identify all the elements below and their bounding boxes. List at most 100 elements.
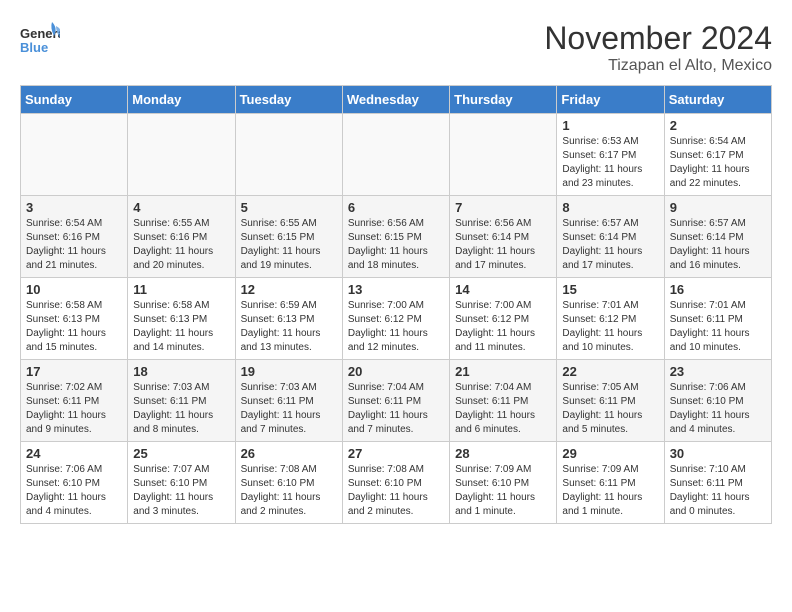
calendar-cell: [342, 114, 449, 196]
calendar-cell: 21 Sunrise: 7:04 AM Sunset: 6:11 PM Dayli…: [450, 360, 557, 442]
day-number: 8: [562, 200, 658, 215]
calendar-cell: 11 Sunrise: 6:58 AM Sunset: 6:13 PM Dayli…: [128, 278, 235, 360]
calendar-cell: 8 Sunrise: 6:57 AM Sunset: 6:14 PM Daylig…: [557, 196, 664, 278]
day-number: 1: [562, 118, 658, 133]
day-number: 4: [133, 200, 229, 215]
day-info: Sunrise: 7:05 AM Sunset: 6:11 PM Dayligh…: [562, 381, 658, 437]
day-number: 20: [348, 364, 444, 379]
day-info: Sunrise: 7:06 AM Sunset: 6:10 PM Dayligh…: [26, 463, 122, 519]
month-title: November 2024: [544, 20, 772, 57]
day-info: Sunrise: 7:00 AM Sunset: 6:12 PM Dayligh…: [455, 299, 551, 355]
day-info: Sunrise: 6:54 AM Sunset: 6:17 PM Dayligh…: [670, 135, 766, 191]
day-number: 13: [348, 282, 444, 297]
day-number: 6: [348, 200, 444, 215]
calendar-week: 10Sunrise: 6:58 AM Sunset: 6:13 PM Dayli…: [21, 278, 772, 360]
weekday-header: Friday: [557, 86, 664, 114]
calendar-cell: 4 Sunrise: 6:55 AM Sunset: 6:16 PM Daylig…: [128, 196, 235, 278]
calendar-cell: 20 Sunrise: 7:04 AM Sunset: 6:11 PM Dayli…: [342, 360, 449, 442]
calendar-cell: 1 Sunrise: 6:53 AM Sunset: 6:17 PM Daylig…: [557, 114, 664, 196]
day-number: 11: [133, 282, 229, 297]
calendar-cell: 10Sunrise: 6:58 AM Sunset: 6:13 PM Dayli…: [21, 278, 128, 360]
logo-icon: General Blue: [20, 20, 60, 60]
day-info: Sunrise: 6:54 AM Sunset: 6:16 PM Dayligh…: [26, 217, 122, 273]
day-number: 12: [241, 282, 337, 297]
day-info: Sunrise: 6:56 AM Sunset: 6:15 PM Dayligh…: [348, 217, 444, 273]
day-info: Sunrise: 7:00 AM Sunset: 6:12 PM Dayligh…: [348, 299, 444, 355]
day-number: 9: [670, 200, 766, 215]
day-number: 24: [26, 446, 122, 461]
day-number: 5: [241, 200, 337, 215]
day-number: 15: [562, 282, 658, 297]
day-info: Sunrise: 7:03 AM Sunset: 6:11 PM Dayligh…: [133, 381, 229, 437]
calendar-table: SundayMondayTuesdayWednesdayThursdayFrid…: [20, 85, 772, 524]
calendar-cell: 29 Sunrise: 7:09 AM Sunset: 6:11 PM Dayli…: [557, 442, 664, 524]
calendar-cell: 14 Sunrise: 7:00 AM Sunset: 6:12 PM Dayli…: [450, 278, 557, 360]
day-number: 22: [562, 364, 658, 379]
calendar-cell: 30 Sunrise: 7:10 AM Sunset: 6:11 PM Dayli…: [664, 442, 771, 524]
day-number: 29: [562, 446, 658, 461]
day-info: Sunrise: 7:09 AM Sunset: 6:11 PM Dayligh…: [562, 463, 658, 519]
calendar-cell: 13 Sunrise: 7:00 AM Sunset: 6:12 PM Dayli…: [342, 278, 449, 360]
calendar-cell: [235, 114, 342, 196]
calendar-cell: 3 Sunrise: 6:54 AM Sunset: 6:16 PM Daylig…: [21, 196, 128, 278]
calendar-cell: 6 Sunrise: 6:56 AM Sunset: 6:15 PM Daylig…: [342, 196, 449, 278]
calendar-week: 24 Sunrise: 7:06 AM Sunset: 6:10 PM Dayli…: [21, 442, 772, 524]
day-number: 28: [455, 446, 551, 461]
calendar-cell: 9 Sunrise: 6:57 AM Sunset: 6:14 PM Daylig…: [664, 196, 771, 278]
weekday-header: Monday: [128, 86, 235, 114]
day-info: Sunrise: 6:57 AM Sunset: 6:14 PM Dayligh…: [670, 217, 766, 273]
day-number: 18: [133, 364, 229, 379]
weekday-header: Sunday: [21, 86, 128, 114]
day-number: 17: [26, 364, 122, 379]
day-number: 25: [133, 446, 229, 461]
day-info: Sunrise: 6:53 AM Sunset: 6:17 PM Dayligh…: [562, 135, 658, 191]
day-number: 21: [455, 364, 551, 379]
calendar-cell: 16Sunrise: 7:01 AM Sunset: 6:11 PM Dayli…: [664, 278, 771, 360]
page-header: General Blue November 2024 Tizapan el Al…: [20, 20, 772, 75]
calendar-cell: 27 Sunrise: 7:08 AM Sunset: 6:10 PM Dayli…: [342, 442, 449, 524]
calendar-cell: [128, 114, 235, 196]
svg-text:Blue: Blue: [20, 40, 48, 55]
day-number: 14: [455, 282, 551, 297]
weekday-header: Wednesday: [342, 86, 449, 114]
weekday-header: Tuesday: [235, 86, 342, 114]
calendar-cell: 26Sunrise: 7:08 AM Sunset: 6:10 PM Dayli…: [235, 442, 342, 524]
day-info: Sunrise: 6:57 AM Sunset: 6:14 PM Dayligh…: [562, 217, 658, 273]
calendar-week: 17 Sunrise: 7:02 AM Sunset: 6:11 PM Dayli…: [21, 360, 772, 442]
calendar-cell: 24 Sunrise: 7:06 AM Sunset: 6:10 PM Dayli…: [21, 442, 128, 524]
calendar-cell: 23Sunrise: 7:06 AM Sunset: 6:10 PM Dayli…: [664, 360, 771, 442]
day-info: Sunrise: 7:04 AM Sunset: 6:11 PM Dayligh…: [455, 381, 551, 437]
calendar-cell: 19Sunrise: 7:03 AM Sunset: 6:11 PM Dayli…: [235, 360, 342, 442]
calendar-cell: 2Sunrise: 6:54 AM Sunset: 6:17 PM Daylig…: [664, 114, 771, 196]
day-info: Sunrise: 6:59 AM Sunset: 6:13 PM Dayligh…: [241, 299, 337, 355]
day-info: Sunrise: 6:56 AM Sunset: 6:14 PM Dayligh…: [455, 217, 551, 273]
calendar-cell: 25 Sunrise: 7:07 AM Sunset: 6:10 PM Dayli…: [128, 442, 235, 524]
day-info: Sunrise: 7:08 AM Sunset: 6:10 PM Dayligh…: [348, 463, 444, 519]
day-number: 26: [241, 446, 337, 461]
calendar-cell: 18 Sunrise: 7:03 AM Sunset: 6:11 PM Dayli…: [128, 360, 235, 442]
calendar-cell: 22 Sunrise: 7:05 AM Sunset: 6:11 PM Dayli…: [557, 360, 664, 442]
day-info: Sunrise: 7:04 AM Sunset: 6:11 PM Dayligh…: [348, 381, 444, 437]
day-info: Sunrise: 6:55 AM Sunset: 6:15 PM Dayligh…: [241, 217, 337, 273]
day-info: Sunrise: 7:07 AM Sunset: 6:10 PM Dayligh…: [133, 463, 229, 519]
calendar-cell: 12 Sunrise: 6:59 AM Sunset: 6:13 PM Dayli…: [235, 278, 342, 360]
day-info: Sunrise: 6:58 AM Sunset: 6:13 PM Dayligh…: [26, 299, 122, 355]
day-info: Sunrise: 6:55 AM Sunset: 6:16 PM Dayligh…: [133, 217, 229, 273]
day-number: 30: [670, 446, 766, 461]
day-info: Sunrise: 7:02 AM Sunset: 6:11 PM Dayligh…: [26, 381, 122, 437]
logo: General Blue: [20, 20, 60, 60]
day-number: 3: [26, 200, 122, 215]
day-info: Sunrise: 7:10 AM Sunset: 6:11 PM Dayligh…: [670, 463, 766, 519]
day-number: 16: [670, 282, 766, 297]
location-title: Tizapan el Alto, Mexico: [544, 57, 772, 75]
day-info: Sunrise: 7:03 AM Sunset: 6:11 PM Dayligh…: [241, 381, 337, 437]
weekday-header: Saturday: [664, 86, 771, 114]
day-number: 7: [455, 200, 551, 215]
day-info: Sunrise: 7:01 AM Sunset: 6:12 PM Dayligh…: [562, 299, 658, 355]
day-info: Sunrise: 6:58 AM Sunset: 6:13 PM Dayligh…: [133, 299, 229, 355]
day-info: Sunrise: 7:06 AM Sunset: 6:10 PM Dayligh…: [670, 381, 766, 437]
day-number: 27: [348, 446, 444, 461]
calendar-cell: 28 Sunrise: 7:09 AM Sunset: 6:10 PM Dayli…: [450, 442, 557, 524]
calendar-cell: 5 Sunrise: 6:55 AM Sunset: 6:15 PM Daylig…: [235, 196, 342, 278]
day-info: Sunrise: 7:09 AM Sunset: 6:10 PM Dayligh…: [455, 463, 551, 519]
